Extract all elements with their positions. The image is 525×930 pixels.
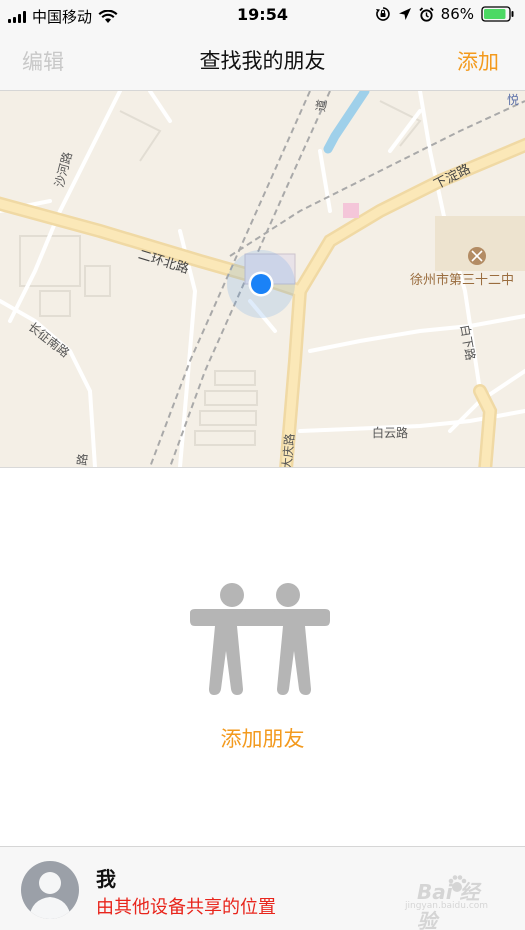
add-button[interactable]: 添加	[457, 46, 499, 76]
watermark-url: jingyan.baidu.com	[405, 901, 489, 911]
me-name: 我	[96, 867, 116, 891]
status-right: 86%	[375, 5, 515, 23]
orientation-lock-icon	[375, 7, 390, 21]
me-row[interactable]: 我 由其他设备共享的位置 Bai 经验 jingyan.baidu.com	[0, 846, 525, 930]
map-label: 徐州市第三十二中	[410, 273, 515, 288]
location-arrow-icon	[398, 8, 411, 20]
avatar	[21, 861, 79, 919]
map-view[interactable]: 沙河路 二环北路 长征南路 下淀路 徐州市第三十二中 白下路 白云路 大庆路 道…	[0, 91, 525, 468]
baidu-watermark: Bai 经验 jingyan.baidu.com	[403, 872, 499, 930]
screen: 中国移动 19:54 86% 编辑 查找我的朋友 添加 沙河路 二环北路 长征南…	[0, 0, 525, 930]
alarm-icon	[419, 6, 434, 22]
map-label: 悦	[507, 93, 520, 107]
page-title: 查找我的朋友	[199, 49, 326, 73]
nav-bar: 编辑 查找我的朋友 添加	[0, 30, 525, 91]
friends-icon	[190, 583, 330, 695]
map-label: 路	[75, 452, 91, 467]
current-location-dot	[251, 274, 271, 294]
status-bar: 中国移动 19:54 86%	[0, 0, 525, 30]
battery-percent: 86%	[440, 5, 474, 23]
map-label: 白云路	[372, 426, 409, 440]
location-source-label: 由其他设备共享的位置	[96, 897, 276, 918]
empty-state: 添加朋友	[0, 468, 525, 846]
battery-icon	[481, 6, 514, 22]
map-label: 大庆路	[279, 432, 298, 468]
add-friend-button[interactable]: 添加朋友	[0, 723, 525, 753]
person-silhouette-icon	[29, 872, 71, 919]
